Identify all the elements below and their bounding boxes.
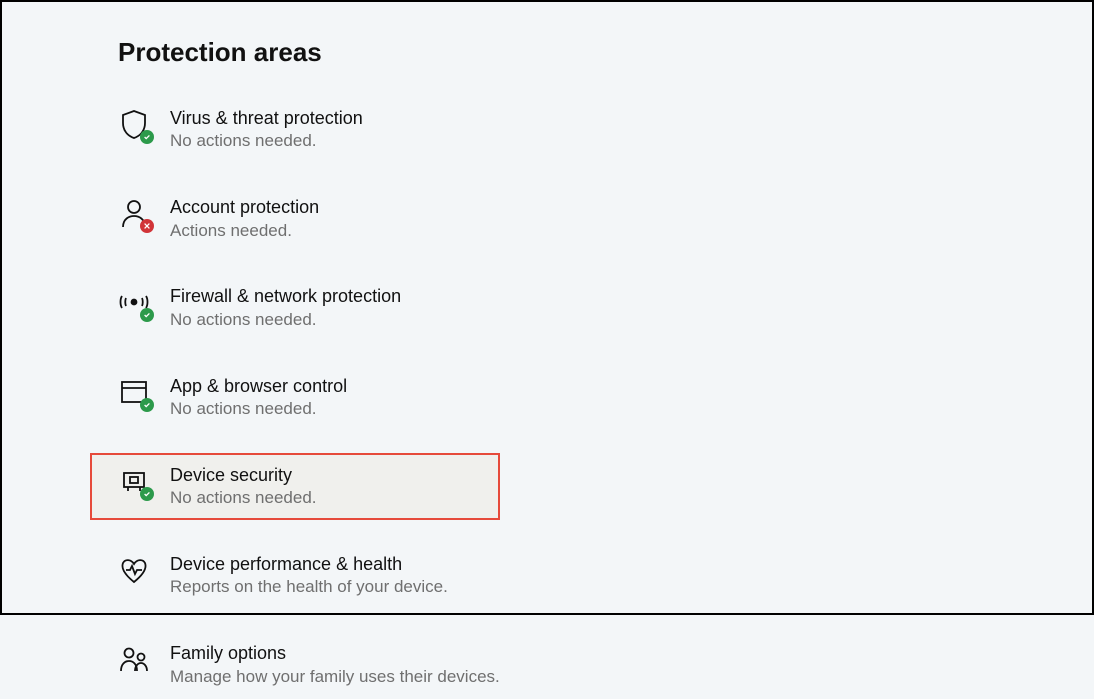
- family-people-icon: [118, 643, 150, 675]
- area-subtitle: Actions needed.: [170, 220, 319, 243]
- status-ok-badge-icon: [140, 398, 154, 412]
- area-subtitle: No actions needed.: [170, 130, 363, 153]
- shield-icon: [118, 108, 150, 140]
- status-error-badge-icon: [140, 219, 154, 233]
- area-subtitle: No actions needed.: [170, 398, 347, 421]
- area-title: Family options: [170, 641, 500, 665]
- area-subtitle: Manage how your family uses their device…: [170, 666, 500, 689]
- person-icon: [118, 197, 150, 229]
- area-title: Firewall & network protection: [170, 284, 401, 308]
- area-app-browser-control[interactable]: App & browser control No actions needed.: [118, 364, 528, 431]
- area-device-performance-health[interactable]: Device performance & health Reports on t…: [118, 542, 528, 609]
- area-title: Virus & threat protection: [170, 106, 363, 130]
- area-title: Device security: [170, 463, 317, 487]
- area-subtitle: No actions needed.: [170, 487, 317, 510]
- area-subtitle: Reports on the health of your device.: [170, 576, 448, 599]
- device-chip-icon: [118, 465, 150, 497]
- heart-pulse-icon: [118, 554, 150, 586]
- area-device-security[interactable]: Device security No actions needed.: [90, 453, 500, 520]
- area-title: Device performance & health: [170, 552, 448, 576]
- area-subtitle: No actions needed.: [170, 309, 401, 332]
- area-firewall-network-protection[interactable]: Firewall & network protection No actions…: [118, 274, 528, 341]
- area-account-protection[interactable]: Account protection Actions needed.: [118, 185, 528, 252]
- status-ok-badge-icon: [140, 308, 154, 322]
- network-signal-icon: [118, 286, 150, 318]
- area-family-options[interactable]: Family options Manage how your family us…: [118, 631, 528, 698]
- app-window-icon: [118, 376, 150, 408]
- status-ok-badge-icon: [140, 487, 154, 501]
- area-title: Account protection: [170, 195, 319, 219]
- protection-areas-heading: Protection areas: [118, 37, 1092, 68]
- area-virus-threat-protection[interactable]: Virus & threat protection No actions nee…: [118, 96, 528, 163]
- protection-areas-list: Virus & threat protection No actions nee…: [118, 96, 1092, 699]
- area-title: App & browser control: [170, 374, 347, 398]
- status-ok-badge-icon: [140, 130, 154, 144]
